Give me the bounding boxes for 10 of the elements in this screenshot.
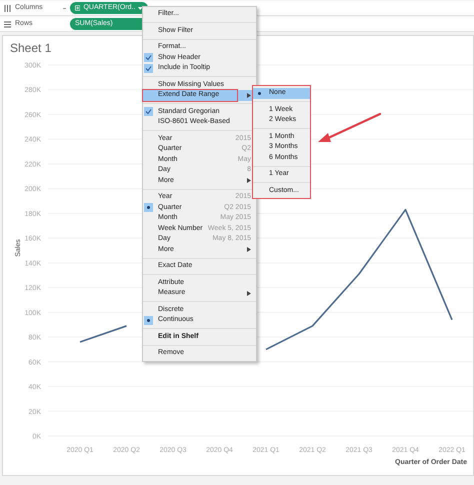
submenu-arrow-icon <box>247 247 251 252</box>
submenu-arrow-icon <box>247 178 251 184</box>
caret-icon <box>138 6 143 10</box>
sheet-title: Sheet 1 <box>10 42 52 54</box>
submenu-arrow-icon <box>247 290 251 296</box>
submenu-arrow-icon <box>247 92 251 98</box>
rows-icon <box>4 20 11 28</box>
plus-box-icon <box>75 5 80 11</box>
columns-icon <box>4 4 11 12</box>
pointer-arrow <box>316 112 382 144</box>
